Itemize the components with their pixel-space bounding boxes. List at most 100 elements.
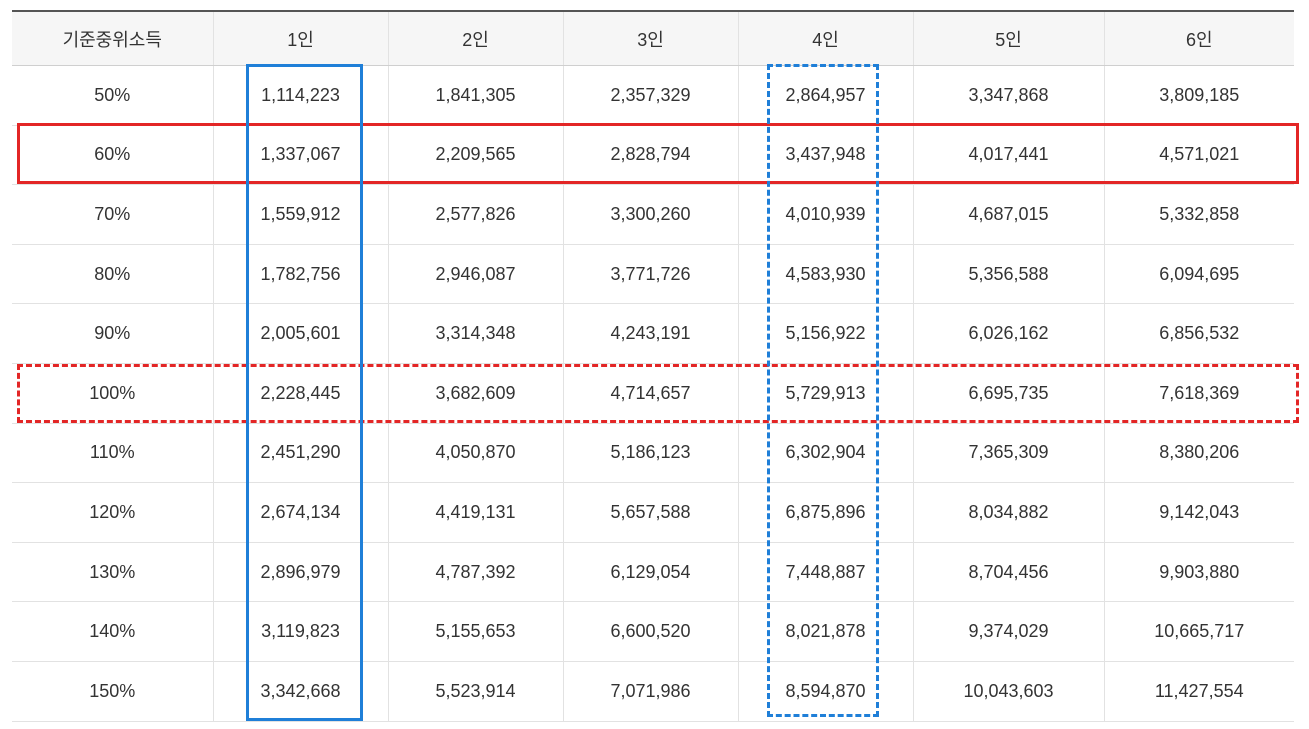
table-cell-amount: 5,729,913	[738, 363, 914, 424]
row-label-percent: 150%	[12, 661, 214, 722]
table-cell-amount: 6,695,735	[913, 363, 1105, 424]
header-row: 기준중위소득 1인 2인 3인 4인 5인 6인	[12, 10, 1294, 66]
table-cell-amount: 5,657,588	[563, 482, 739, 543]
table-cell-amount: 7,071,986	[563, 661, 739, 722]
row-label-percent: 110%	[12, 423, 214, 484]
header-cell-household-3: 3인	[563, 10, 739, 66]
table-cell-amount: 8,704,456	[913, 542, 1105, 603]
table-cell-amount: 6,026,162	[913, 303, 1105, 364]
table-cell-amount: 8,034,882	[913, 482, 1105, 543]
table-row: 110% 2,451,290 4,050,870 5,186,123 6,302,904…	[12, 423, 1294, 484]
table-cell-amount: 8,380,206	[1104, 423, 1294, 484]
table-cell-amount: 4,787,392	[388, 542, 564, 603]
table-cell-amount: 5,156,922	[738, 303, 914, 364]
table-cell-amount: 4,050,870	[388, 423, 564, 484]
table-cell-amount: 2,228,445	[213, 363, 389, 424]
table-cell-amount: 2,357,329	[563, 65, 739, 126]
table-header: 기준중위소득 1인 2인 3인 4인 5인 6인	[12, 10, 1294, 66]
table-cell-amount: 4,419,131	[388, 482, 564, 543]
row-label-percent: 50%	[12, 65, 214, 126]
table-cell-amount: 10,665,717	[1104, 601, 1294, 662]
table-cell-amount: 3,342,668	[213, 661, 389, 722]
table-cell-amount: 2,005,601	[213, 303, 389, 364]
table-cell-amount: 2,674,134	[213, 482, 389, 543]
table-cell-amount: 2,864,957	[738, 65, 914, 126]
row-label-percent: 80%	[12, 244, 214, 305]
header-cell-household-1: 1인	[213, 10, 389, 66]
table-cell-amount: 6,129,054	[563, 542, 739, 603]
table-cell-amount: 4,714,657	[563, 363, 739, 424]
row-label-percent: 140%	[12, 601, 214, 662]
table-cell-amount: 2,451,290	[213, 423, 389, 484]
table-cell-amount: 4,017,441	[913, 125, 1105, 186]
median-income-table: 기준중위소득 1인 2인 3인 4인 5인 6인 50% 1,114,223 1,841,305…	[12, 10, 1294, 722]
table-cell-amount: 1,559,912	[213, 184, 389, 245]
table-row: 50% 1,114,223 1,841,305 2,357,329 2,864,957 3…	[12, 65, 1294, 126]
table-cell-amount: 3,300,260	[563, 184, 739, 245]
table-cell-amount: 1,782,756	[213, 244, 389, 305]
table-cell-amount: 5,155,653	[388, 601, 564, 662]
table-cell-amount: 3,682,609	[388, 363, 564, 424]
row-label-percent: 100%	[12, 363, 214, 424]
table-cell-amount: 3,809,185	[1104, 65, 1294, 126]
table-row: 70% 1,559,912 2,577,826 3,300,260 4,010,939 4…	[12, 184, 1294, 245]
table-cell-amount: 2,896,979	[213, 542, 389, 603]
table-row: 130% 2,896,979 4,787,392 6,129,054 7,448,887…	[12, 542, 1294, 603]
row-label-percent: 60%	[12, 125, 214, 186]
table-row: 60% 1,337,067 2,209,565 2,828,794 3,437,948 4…	[12, 125, 1294, 186]
income-table-container: 기준중위소득 1인 2인 3인 4인 5인 6인 50% 1,114,223 1,841,305…	[12, 10, 1294, 722]
table-cell-amount: 1,114,223	[213, 65, 389, 126]
table-cell-amount: 5,332,858	[1104, 184, 1294, 245]
table-cell-amount: 6,600,520	[563, 601, 739, 662]
table-cell-amount: 6,302,904	[738, 423, 914, 484]
table-cell-amount: 6,094,695	[1104, 244, 1294, 305]
table-row: 80% 1,782,756 2,946,087 3,771,726 4,583,930 5…	[12, 244, 1294, 305]
header-cell-household-5: 5인	[913, 10, 1105, 66]
header-cell-household-6: 6인	[1104, 10, 1294, 66]
table-cell-amount: 9,374,029	[913, 601, 1105, 662]
header-cell-household-4: 4인	[738, 10, 914, 66]
table-cell-amount: 4,571,021	[1104, 125, 1294, 186]
table-cell-amount: 1,337,067	[213, 125, 389, 186]
table-cell-amount: 11,427,554	[1104, 661, 1294, 722]
table-cell-amount: 7,618,369	[1104, 363, 1294, 424]
table-cell-amount: 7,365,309	[913, 423, 1105, 484]
header-cell-median-income: 기준중위소득	[12, 10, 214, 66]
table-row: 90% 2,005,601 3,314,348 4,243,191 5,156,922 6…	[12, 303, 1294, 364]
table-cell-amount: 7,448,887	[738, 542, 914, 603]
table-cell-amount: 4,010,939	[738, 184, 914, 245]
table-cell-amount: 5,356,588	[913, 244, 1105, 305]
table-cell-amount: 8,021,878	[738, 601, 914, 662]
table-cell-amount: 10,043,603	[913, 661, 1105, 722]
table-cell-amount: 2,946,087	[388, 244, 564, 305]
table-body: 50% 1,114,223 1,841,305 2,357,329 2,864,957 3…	[12, 65, 1294, 722]
table-cell-amount: 4,243,191	[563, 303, 739, 364]
table-row: 150% 3,342,668 5,523,914 7,071,986 8,594,870…	[12, 661, 1294, 722]
row-label-percent: 90%	[12, 303, 214, 364]
table-cell-amount: 8,594,870	[738, 661, 914, 722]
table-cell-amount: 1,841,305	[388, 65, 564, 126]
table-cell-amount: 3,347,868	[913, 65, 1105, 126]
row-label-percent: 120%	[12, 482, 214, 543]
table-cell-amount: 5,523,914	[388, 661, 564, 722]
table-cell-amount: 9,903,880	[1104, 542, 1294, 603]
table-cell-amount: 6,856,532	[1104, 303, 1294, 364]
table-row: 100% 2,228,445 3,682,609 4,714,657 5,729,913…	[12, 363, 1294, 424]
table-cell-amount: 2,828,794	[563, 125, 739, 186]
table-cell-amount: 3,119,823	[213, 601, 389, 662]
header-cell-household-2: 2인	[388, 10, 564, 66]
table-cell-amount: 5,186,123	[563, 423, 739, 484]
table-cell-amount: 9,142,043	[1104, 482, 1294, 543]
table-cell-amount: 2,209,565	[388, 125, 564, 186]
table-cell-amount: 4,583,930	[738, 244, 914, 305]
table-cell-amount: 3,314,348	[388, 303, 564, 364]
row-label-percent: 70%	[12, 184, 214, 245]
table-cell-amount: 2,577,826	[388, 184, 564, 245]
table-cell-amount: 3,437,948	[738, 125, 914, 186]
table-cell-amount: 3,771,726	[563, 244, 739, 305]
table-cell-amount: 4,687,015	[913, 184, 1105, 245]
table-row: 140% 3,119,823 5,155,653 6,600,520 8,021,878…	[12, 601, 1294, 662]
table-cell-amount: 6,875,896	[738, 482, 914, 543]
row-label-percent: 130%	[12, 542, 214, 603]
table-row: 120% 2,674,134 4,419,131 5,657,588 6,875,896…	[12, 482, 1294, 543]
